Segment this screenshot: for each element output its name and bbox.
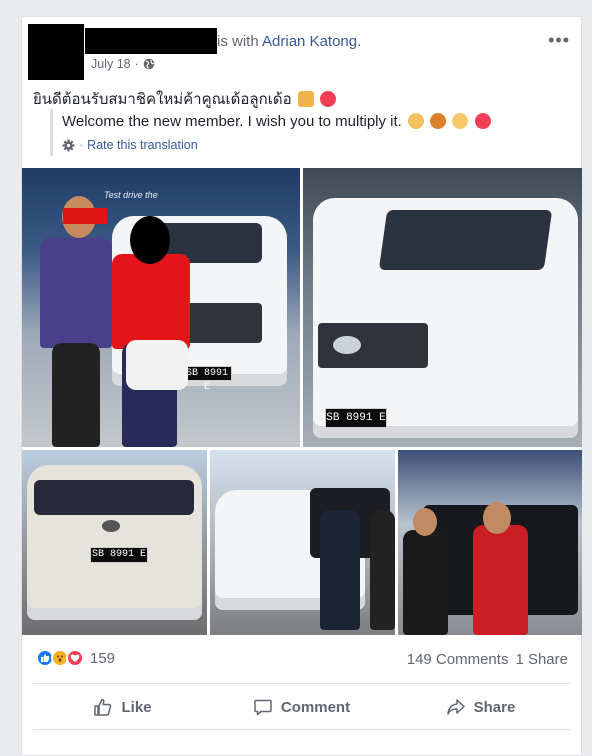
post-body: ยินดีต้อนรับสมาชิคใหม่ค้าคูณเด้อลูกเด้อ	[33, 87, 336, 111]
with-text: is with	[217, 33, 259, 50]
photo-grid: Test drive the SB 8991 E SB 8991 E SB 89…	[22, 168, 582, 635]
photo-3[interactable]: SB 8991 E	[22, 450, 207, 635]
person-figure	[370, 510, 395, 630]
man-figure	[40, 238, 112, 348]
post-meta: July 18 ·	[91, 57, 155, 71]
man-legs	[52, 343, 100, 447]
rate-translation: · Rate this translation	[62, 138, 570, 152]
share-label: Share	[473, 698, 516, 716]
woman-figure	[112, 254, 190, 349]
banner-text: Test drive the	[104, 190, 158, 200]
translation-text: Welcome the new member. I wish you to mu…	[62, 113, 402, 130]
photo-2[interactable]: SB 8991 E	[303, 168, 582, 447]
handbag	[126, 340, 188, 390]
reactions-summary[interactable]: 159	[36, 649, 115, 667]
baby-emoji-icon	[452, 113, 469, 129]
thumbs-up-icon	[94, 698, 112, 716]
translation-block: Welcome the new member. I wish you to mu…	[50, 109, 570, 156]
toyota-logo-icon	[333, 336, 361, 354]
comment-icon	[254, 699, 272, 716]
share-button[interactable]: Share	[391, 689, 570, 725]
love-reaction-icon	[66, 649, 84, 667]
rate-translation-link[interactable]: Rate this translation	[87, 138, 197, 152]
comments-count-link[interactable]: 149 Comments	[407, 651, 509, 668]
toyota-logo-icon	[102, 520, 120, 532]
like-label: Like	[121, 698, 152, 716]
like-button[interactable]: Like	[33, 689, 212, 725]
gear-icon[interactable]	[62, 139, 75, 152]
face-redaction	[130, 216, 170, 264]
post-body-text: ยินดีต้อนรับสมาชิคใหม่ค้าคูณเด้อลูกเด้อ	[33, 91, 292, 108]
post-card: is with Adrian Katong. July 18 · ••• ยิน…	[21, 16, 582, 756]
globe-icon[interactable]	[143, 58, 155, 70]
couple-emoji-icon	[297, 91, 314, 107]
photo-1[interactable]: Test drive the SB 8991 E	[22, 168, 300, 447]
reaction-count: 159	[90, 649, 116, 667]
heart-emoji-icon	[319, 91, 336, 107]
windshield	[378, 210, 553, 270]
shares-count-link[interactable]: 1 Share	[515, 651, 568, 668]
heart-emoji-icon	[474, 113, 491, 129]
divider	[33, 729, 570, 730]
license-plate: SB 8991 E	[325, 408, 387, 428]
redaction-bar	[63, 208, 107, 224]
share-arrow-icon	[446, 699, 465, 715]
staff-figure	[473, 525, 528, 635]
tagged-user-link[interactable]: Adrian Katong.	[262, 33, 361, 50]
man-emoji-icon	[408, 113, 425, 129]
post-date[interactable]: July 18	[91, 57, 131, 71]
woman-emoji-icon	[430, 113, 447, 129]
divider	[33, 683, 570, 684]
action-bar: Like Comment Share	[33, 689, 570, 725]
engagement-stats: 149 Comments 1 Share	[407, 651, 568, 668]
rear-window	[34, 480, 194, 515]
person-figure	[403, 530, 448, 635]
photo-4[interactable]	[210, 450, 395, 635]
staff-head	[483, 502, 511, 534]
license-plate: SB 8991 E	[90, 547, 148, 563]
more-options-icon[interactable]: •••	[548, 31, 570, 49]
comment-button[interactable]: Comment	[212, 689, 391, 725]
translation-line: Welcome the new member. I wish you to mu…	[62, 113, 570, 130]
license-plate: SB 8991 E	[182, 366, 232, 393]
photo-5[interactable]	[398, 450, 582, 635]
person-figure	[320, 510, 360, 630]
meta-separator: ·	[134, 57, 139, 71]
rate-separator: ·	[79, 138, 84, 152]
avatar[interactable]	[28, 24, 84, 80]
person-head	[413, 508, 437, 536]
with-line: is with Adrian Katong.	[217, 33, 361, 50]
comment-label: Comment	[280, 698, 351, 716]
author-name-redacted[interactable]	[85, 28, 217, 54]
